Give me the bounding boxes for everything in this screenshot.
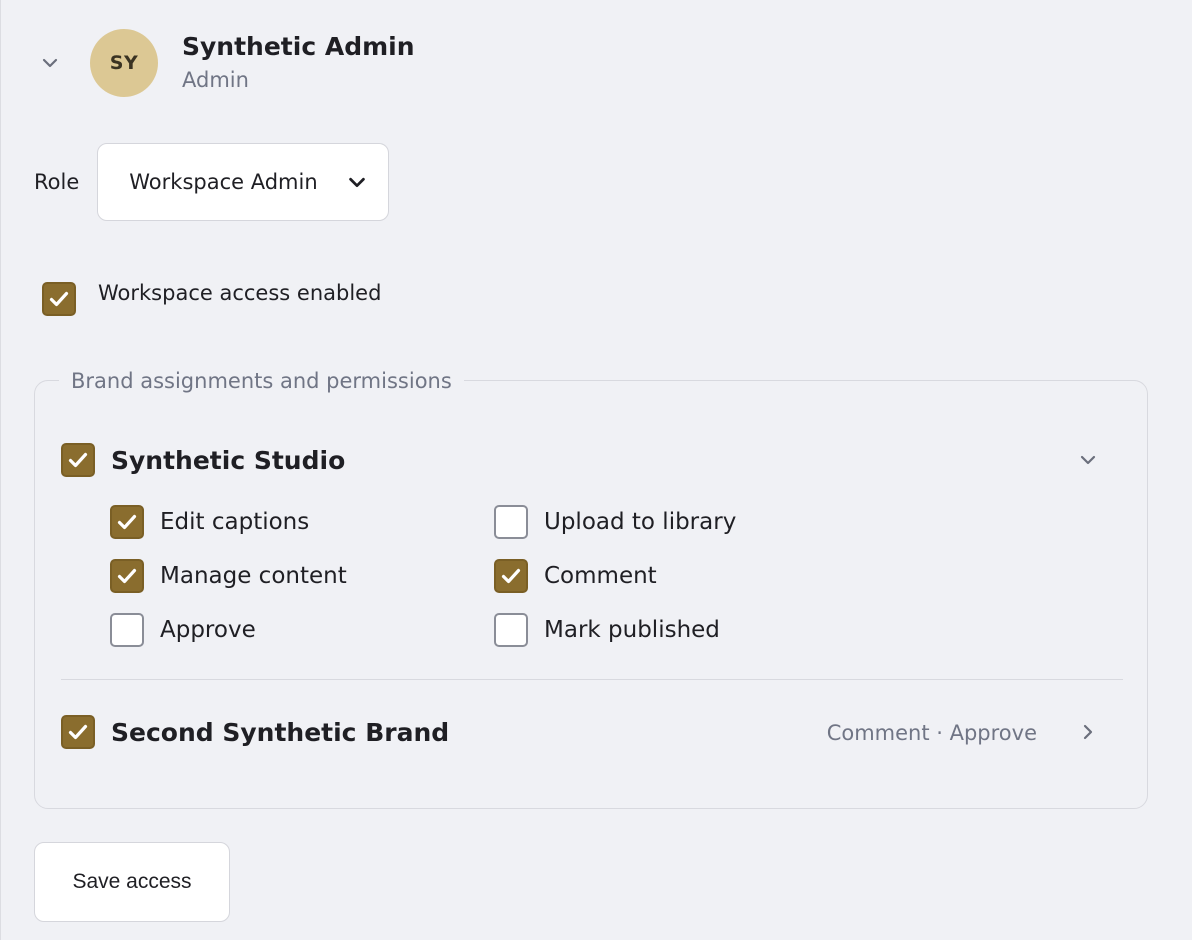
workspace-access-checkbox[interactable] <box>42 282 76 316</box>
user-info: Synthetic Admin Admin <box>182 31 415 95</box>
chevron-right-icon <box>1083 724 1093 740</box>
checkmark-icon <box>117 568 137 584</box>
checkmark-icon <box>501 568 521 584</box>
permission-label: Upload to library <box>544 509 737 535</box>
permission-manage-content: Manage content <box>110 559 347 593</box>
chevron-down-icon <box>1080 455 1096 465</box>
permission-label: Manage content <box>160 563 347 589</box>
permission-approve: Approve <box>110 613 256 647</box>
permission-label: Approve <box>160 617 256 643</box>
brand-checkbox[interactable] <box>61 443 95 477</box>
user-role: Admin <box>182 68 249 92</box>
permission-checkbox[interactable] <box>494 559 528 593</box>
checkmark-icon <box>68 452 88 468</box>
permission-checkbox[interactable] <box>494 613 528 647</box>
role-select[interactable]: Workspace Admin <box>97 143 390 221</box>
permission-edit-captions: Edit captions <box>110 505 309 539</box>
brand-collapse-button[interactable] <box>1073 445 1103 475</box>
collapse-toggle[interactable] <box>36 49 64 77</box>
page-left-border <box>0 0 1 940</box>
permission-mark-published: Mark published <box>494 613 720 647</box>
brand-assignments-legend: Brand assignments and permissions <box>59 367 464 395</box>
role-field: Role Workspace Admin <box>34 142 390 222</box>
brand-expand-button[interactable] <box>1073 717 1103 747</box>
brand-divider <box>61 679 1123 680</box>
checkmark-icon <box>68 724 88 740</box>
checkmark-icon <box>117 514 137 530</box>
brand-checkbox[interactable] <box>61 715 95 749</box>
permission-checkbox[interactable] <box>110 613 144 647</box>
save-access-button[interactable]: Save access <box>34 842 230 922</box>
permission-label: Comment <box>544 563 657 589</box>
permission-checkbox[interactable] <box>110 505 144 539</box>
workspace-access-label: Workspace access enabled <box>98 281 382 305</box>
checkmark-icon <box>49 291 69 307</box>
permission-label: Mark published <box>544 617 720 643</box>
user-header: SY Synthetic Admin Admin <box>36 28 415 98</box>
brand-row-synthetic-studio: Synthetic Studio <box>61 443 345 477</box>
chevron-down-icon <box>42 58 58 68</box>
permission-checkbox[interactable] <box>494 505 528 539</box>
brand-row-second-synthetic-brand: Second Synthetic Brand <box>61 715 449 749</box>
brand-permission-summary: Comment · Approve <box>826 721 1037 745</box>
brand-assignments-fieldset: Brand assignments and permissions Synthe… <box>34 367 1148 809</box>
avatar: SY <box>90 29 158 97</box>
role-select-value: Workspace Admin <box>129 170 318 194</box>
permission-upload-to-library: Upload to library <box>494 505 736 539</box>
permission-label: Edit captions <box>160 509 310 535</box>
permission-comment: Comment <box>494 559 657 593</box>
permission-checkbox[interactable] <box>110 559 144 593</box>
role-label: Role <box>34 170 80 194</box>
brand-name: Second Synthetic Brand <box>111 717 450 747</box>
brand-name: Synthetic Studio <box>111 445 346 475</box>
workspace-access-row: Workspace access enabled <box>42 281 382 316</box>
user-name: Synthetic Admin <box>182 32 415 61</box>
chevron-down-icon <box>349 177 366 188</box>
